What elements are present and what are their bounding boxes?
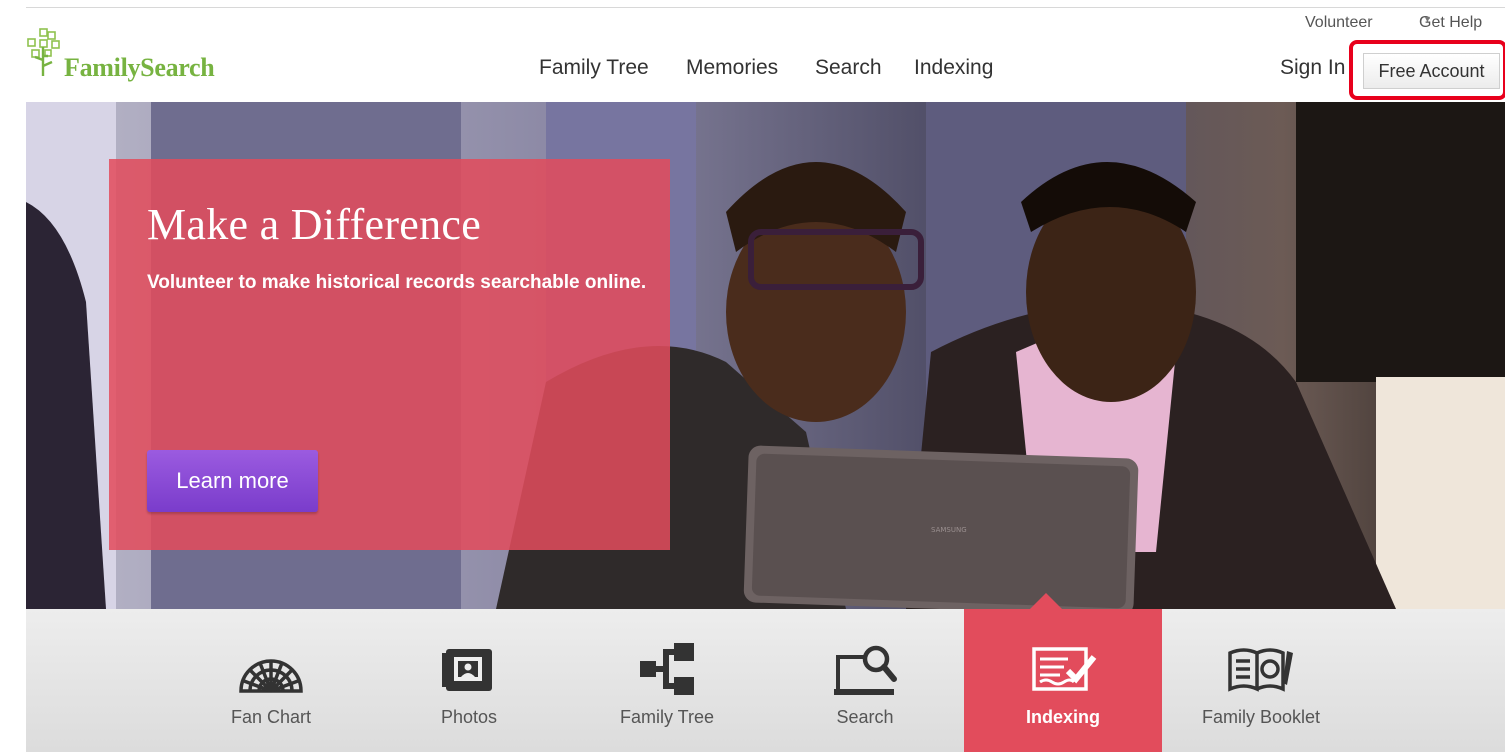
active-tab-pointer [1030,593,1062,609]
sign-in-link[interactable]: Sign In [1280,56,1345,80]
indexing-icon [1032,647,1097,691]
feature-photos[interactable]: Photos [370,609,568,752]
nav-search[interactable]: Search [815,56,882,80]
feature-label: Family Booklet [1201,707,1321,727]
free-account-button[interactable]: Free Account [1363,53,1500,89]
learn-more-button[interactable]: Learn more [147,450,318,512]
tablet-brand: SAMSUNG [931,526,967,534]
feature-search[interactable]: Search [766,609,964,752]
feature-family-booklet[interactable]: Family Booklet [1162,609,1360,752]
photos-icon [442,649,492,691]
fan-chart-icon [239,659,303,693]
feature-label: Fan Chart [230,707,312,727]
nav-family-tree[interactable]: Family Tree [539,56,649,80]
promo-box: Make a Difference Volunteer to make hist… [109,159,670,550]
volunteer-link[interactable]: Volunteer [1305,14,1373,32]
promo-subtitle: Volunteer to make historical records sea… [147,272,647,293]
family-booklet-icon [1228,648,1293,692]
hero-banner: SAMSUNG Make a Difference Volunteer to m… [26,102,1505,609]
feature-family-tree[interactable]: Family Tree [568,609,766,752]
nav-memories[interactable]: Memories [686,56,778,80]
header-divider [26,7,1505,8]
logo-wordmark: FamilySearch [64,53,215,82]
nav-indexing[interactable]: Indexing [914,56,993,80]
search-icon [834,645,897,695]
feature-fan-chart[interactable]: Fan Chart [172,609,370,752]
promo-title: Make a Difference [147,200,482,249]
feature-label: Photos [440,707,498,727]
feature-indexing[interactable]: Indexing [964,609,1162,752]
family-tree-logo-icon [27,28,60,76]
familysearch-logo[interactable]: FamilySearch [26,26,256,82]
family-tree-icon [640,643,694,695]
feature-label: Family Tree [619,707,715,727]
feature-label: Search [836,707,894,727]
chevron-down-icon: ▼ [1423,14,1432,24]
feature-label: Indexing [1025,707,1100,727]
feature-bar: Fan Chart Photos Family Tree Search Inde… [26,609,1505,752]
